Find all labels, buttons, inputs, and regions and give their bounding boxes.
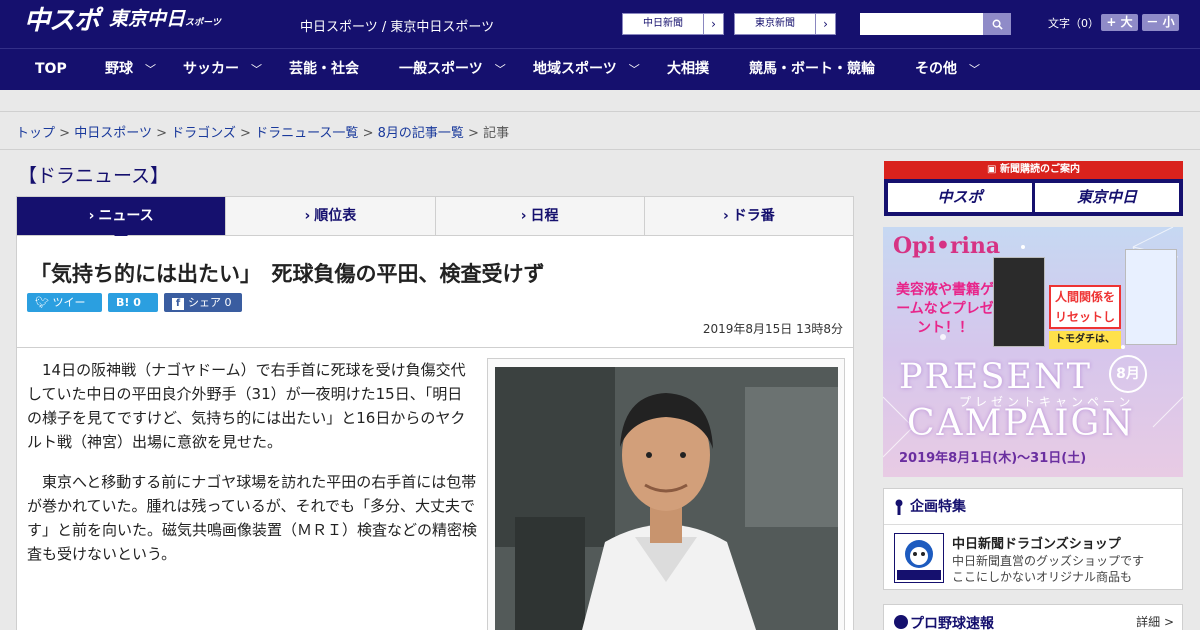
tab-dora-ban[interactable]: › ドラ番 xyxy=(643,197,853,235)
article-date: 2019年8月15日 13時8分 xyxy=(702,322,843,336)
ad-brand-logo: Opi•rina xyxy=(893,233,1001,259)
ad-product-image xyxy=(993,257,1045,347)
tokyo-shimbun-link[interactable]: 東京新聞 › xyxy=(734,13,836,35)
tweet-button[interactable]: 🐦︎ ツイート xyxy=(27,293,102,328)
ad-month-badge: 8月 xyxy=(1109,355,1147,393)
chevron-down-icon: ﹀ xyxy=(969,63,980,76)
facebook-share-button[interactable]: f シェア 0 xyxy=(164,293,242,312)
main-nav: TOP 野球 ﹀ サッカー ﹀ 芸能・社会 一般スポーツ ﹀ 地域スポーツ ﹀ 大相撲 … xyxy=(0,48,1200,90)
chevron-down-icon: ﹀ xyxy=(494,63,506,76)
chevron-right-icon: › xyxy=(88,208,95,224)
ad-book-band: トモダチは、 xyxy=(1049,331,1121,349)
ad-promo-text: 美容液や書籍ゲームなどプレゼント！！ xyxy=(896,282,994,336)
ad-dates: 2019年8月1日(木)〜31日(土) xyxy=(899,451,1087,466)
breadcrumb-august-list[interactable]: 8月の記事一覧 xyxy=(378,126,464,141)
logo-chuspo: 中スポ xyxy=(24,6,100,36)
nav-item-other[interactable]: その他 ﹀ xyxy=(915,49,980,89)
chevron-right-icon: › xyxy=(304,208,311,224)
tab-standings[interactable]: › 順位表 xyxy=(225,197,434,235)
section-title: 【ドラニュース】 xyxy=(18,165,170,187)
feature-head: 企画特集 xyxy=(884,489,1182,525)
dragons-shop-thumbnail[interactable] xyxy=(894,533,944,583)
subscribe-tokyo-chunichi-button[interactable]: 東京中日 xyxy=(1035,183,1179,212)
feature-box: 企画特集 中日新聞ドラゴンズショップ 中日新聞直営のグッズショップです ここにしか… xyxy=(883,488,1183,590)
nav-item-top[interactable]: TOP xyxy=(35,49,67,89)
ad-campaign-text: CAMPAIGN xyxy=(907,403,1135,444)
article-body: 14日の阪神戦（ナゴヤドーム）で右手首に死球を受け負傷交代していた中日の平田良介… xyxy=(16,348,854,630)
pin-icon xyxy=(895,499,903,515)
hatena-bookmark-button[interactable]: B! 0 xyxy=(108,293,158,312)
chevron-right-icon: › xyxy=(722,208,729,224)
chevron-right-icon: › xyxy=(703,14,723,34)
sub-strip xyxy=(0,90,1200,112)
pro-baseball-box: プロ野球速報 詳細 > xyxy=(883,604,1183,630)
player-photo-illustration xyxy=(495,367,838,630)
font-size-label: 文字（0） xyxy=(1048,17,1099,30)
ad-present-text: PRESENT xyxy=(899,357,1092,397)
feature-description: 中日新聞直営のグッズショップです ここにしかないオリジナル商品も xyxy=(952,554,1145,584)
twitter-bird-icon: 🐦︎ xyxy=(35,296,53,309)
nav-item-racing[interactable]: 競馬・ボート・競輪 xyxy=(749,49,875,89)
search-icon xyxy=(992,19,1003,30)
font-smaller-button[interactable]: － 小 xyxy=(1142,14,1179,31)
chevron-right-icon: › xyxy=(815,14,835,34)
article-title: 「気持ち的には出たい」 死球負傷の平田、検査受けず xyxy=(30,262,545,286)
subscribe-chuspo-button[interactable]: 中スポ xyxy=(888,183,1032,212)
subscription-head: ▣ 新聞購読のご案内 xyxy=(884,161,1183,179)
chunichi-shimbun-link[interactable]: 中日新聞 › xyxy=(622,13,724,35)
subscription-box: ▣ 新聞購読のご案内 中スポ 東京中日 xyxy=(884,161,1183,216)
present-campaign-ad[interactable]: Opi•rina 美容液や書籍ゲームなどプレゼント！！ 人間関係をリセットして … xyxy=(883,227,1183,477)
pro-baseball-more-link[interactable]: 詳細 > xyxy=(1136,613,1174,630)
breadcrumb-top[interactable]: トップ xyxy=(16,126,55,141)
article-photo[interactable] xyxy=(495,367,838,630)
pro-baseball-head: プロ野球速報 xyxy=(910,616,994,630)
site-header: 中スポ 東京中日スポーツ 中日スポーツ / 東京中日スポーツ 中日新聞 › 東京… xyxy=(0,0,1200,48)
font-larger-button[interactable]: + 大 xyxy=(1101,14,1138,31)
feature-title[interactable]: 中日新聞ドラゴンズショップ xyxy=(952,533,1121,552)
article-header: 「気持ち的には出たい」 死球負傷の平田、検査受けず 🐦︎ ツイート B! 0 f… xyxy=(16,236,854,348)
nav-item-entertainment[interactable]: 芸能・社会 xyxy=(289,49,359,89)
article-photo-frame xyxy=(487,358,845,630)
breadcrumb-dragons[interactable]: ドラゴンズ xyxy=(171,126,236,141)
dragons-mascot-icon xyxy=(897,540,941,580)
nav-item-baseball[interactable]: 野球 ﹀ xyxy=(105,49,156,89)
breadcrumb: トップ > 中日スポーツ > ドラゴンズ > ドラニュース一覧 > 8月の記事一… xyxy=(16,126,510,141)
tab-news[interactable]: › ニュース xyxy=(17,197,226,242)
section-tabs: › ニュース › 順位表 › 日程 › ドラ番 xyxy=(16,196,854,242)
ad-book-image xyxy=(1125,249,1177,345)
chevron-down-icon: ﹀ xyxy=(628,63,640,76)
breadcrumb-dora-news-list[interactable]: ドラニュース一覧 xyxy=(255,126,358,141)
site-logo[interactable]: 中スポ 東京中日スポーツ xyxy=(24,6,221,36)
nav-item-local-sports[interactable]: 地域スポーツ ﹀ xyxy=(533,49,640,89)
tab-schedule[interactable]: › 日程 xyxy=(434,197,644,235)
breadcrumb-chunichi-sports[interactable]: 中日スポーツ xyxy=(74,126,152,141)
nav-item-soccer[interactable]: サッカー ﹀ xyxy=(183,49,262,89)
logo-tokyo-chunichi: 東京中日スポーツ xyxy=(109,8,221,30)
baseball-icon xyxy=(894,615,908,629)
search-input[interactable] xyxy=(860,13,983,35)
chevron-down-icon: ﹀ xyxy=(251,63,262,76)
chevron-right-icon: › xyxy=(520,208,527,224)
nav-item-sumo[interactable]: 大相撲 xyxy=(667,49,709,89)
chevron-down-icon: ﹀ xyxy=(145,63,156,76)
facebook-icon: f xyxy=(172,298,184,310)
newspaper-icon: ▣ xyxy=(987,164,1000,175)
nav-item-general-sports[interactable]: 一般スポーツ ﹀ xyxy=(399,49,506,89)
breadcrumb-current: 記事 xyxy=(483,126,510,141)
ad-book-cover: 人間関係をリセットして xyxy=(1049,285,1121,344)
article-paragraph: 東京へと移動する前にナゴヤ球場を訪れた平田の右手首には包帯が巻かれていた。腫れは… xyxy=(27,473,478,563)
share-buttons: 🐦︎ ツイート B! 0 f シェア 0 xyxy=(27,293,242,328)
search-button[interactable] xyxy=(983,13,1011,35)
divider xyxy=(0,149,1200,150)
article-paragraph: 14日の阪神戦（ナゴヤドーム）で右手首に死球を受け負傷交代していた中日の平田良介… xyxy=(27,361,466,451)
site-names: 中日スポーツ / 東京中日スポーツ xyxy=(300,20,495,35)
